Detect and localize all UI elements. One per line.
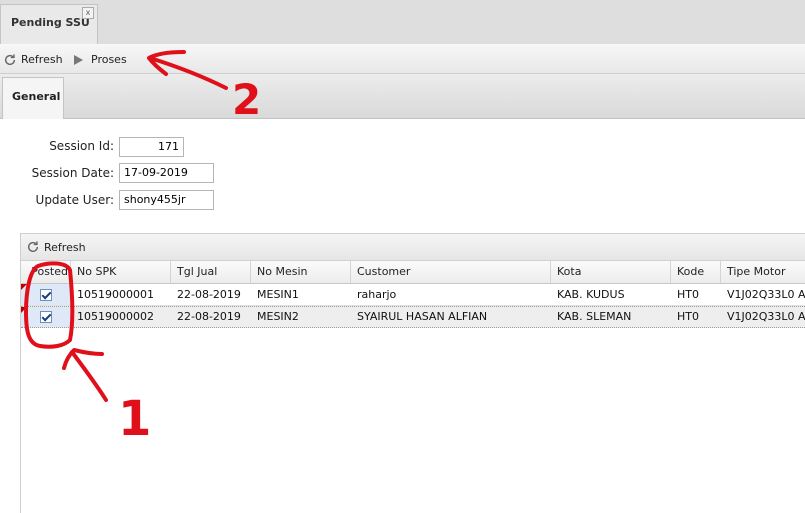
cell-tgl-jual: 22-08-2019 <box>177 288 241 301</box>
cell-no-spk: 10519000001 <box>77 288 154 301</box>
session-date-field[interactable]: 17-09-2019 <box>119 163 214 183</box>
cell-no-mesin: MESIN1 <box>257 288 299 301</box>
column-header-no-spk[interactable]: No SPK <box>71 261 171 283</box>
grid-refresh-button[interactable]: Refresh <box>26 234 86 260</box>
main-toolbar: Refresh Proses <box>0 46 805 74</box>
refresh-button-label: Refresh <box>21 53 63 66</box>
refresh-icon <box>4 53 16 65</box>
column-header-kota[interactable]: Kota <box>551 261 671 283</box>
column-header-kode[interactable]: Kode <box>671 261 721 283</box>
session-id-label: Session Id: <box>49 139 114 153</box>
cell-kota: KAB. SLEMAN <box>557 310 632 323</box>
cell-kota: KAB. KUDUS <box>557 288 625 301</box>
column-header-posted[interactable]: Posted <box>21 261 71 283</box>
play-icon <box>74 54 83 65</box>
proses-button[interactable]: Proses <box>74 46 127 73</box>
posted-checkbox[interactable] <box>40 289 52 301</box>
tab-pending-ssu-label: Pending SSU <box>11 16 90 29</box>
cell-kode: HT0 <box>677 288 699 301</box>
cell-customer: raharjo <box>357 288 397 301</box>
update-user-field[interactable]: shony455jr <box>119 190 214 210</box>
cell-tipe-motor: V1J02Q33L0 A/T <box>727 310 805 323</box>
cell-no-mesin: MESIN2 <box>257 310 299 323</box>
tab-pending-ssu[interactable]: Pending SSU x <box>0 4 98 44</box>
session-id-field[interactable]: 171 <box>119 137 184 157</box>
dirty-marker-icon <box>21 307 27 313</box>
main-tab-strip <box>0 0 805 45</box>
update-user-label: Update User: <box>35 193 114 207</box>
grid-toolbar <box>21 234 805 261</box>
table-row[interactable]: 10519000002 22-08-2019 MESIN2 SYAIRUL HA… <box>21 306 805 328</box>
cell-no-spk: 10519000002 <box>77 310 154 323</box>
proses-button-label: Proses <box>91 53 127 66</box>
cell-kode: HT0 <box>677 310 699 323</box>
refresh-icon <box>27 241 39 253</box>
posted-checkbox[interactable] <box>40 311 52 323</box>
cell-tgl-jual: 22-08-2019 <box>177 310 241 323</box>
column-header-no-mesin[interactable]: No Mesin <box>251 261 351 283</box>
tab-general-label: General <box>12 90 61 103</box>
tab-general[interactable]: General <box>2 77 64 119</box>
cell-customer: SYAIRUL HASAN ALFIAN <box>357 310 488 323</box>
inner-tab-strip <box>0 74 805 119</box>
table-row[interactable]: 10519000001 22-08-2019 MESIN1 raharjo KA… <box>21 284 805 306</box>
tab-close-icon[interactable]: x <box>82 7 94 19</box>
refresh-button[interactable]: Refresh <box>3 46 63 73</box>
column-header-tipe-motor[interactable]: Tipe Motor <box>721 261 805 283</box>
column-header-tgl-jual[interactable]: Tgl Jual <box>171 261 251 283</box>
grid-refresh-label: Refresh <box>44 240 86 254</box>
column-header-customer[interactable]: Customer <box>351 261 551 283</box>
session-date-label: Session Date: <box>31 166 114 180</box>
cell-tipe-motor: V1J02Q33L0 A/T <box>727 288 805 301</box>
dirty-marker-icon <box>21 284 27 290</box>
